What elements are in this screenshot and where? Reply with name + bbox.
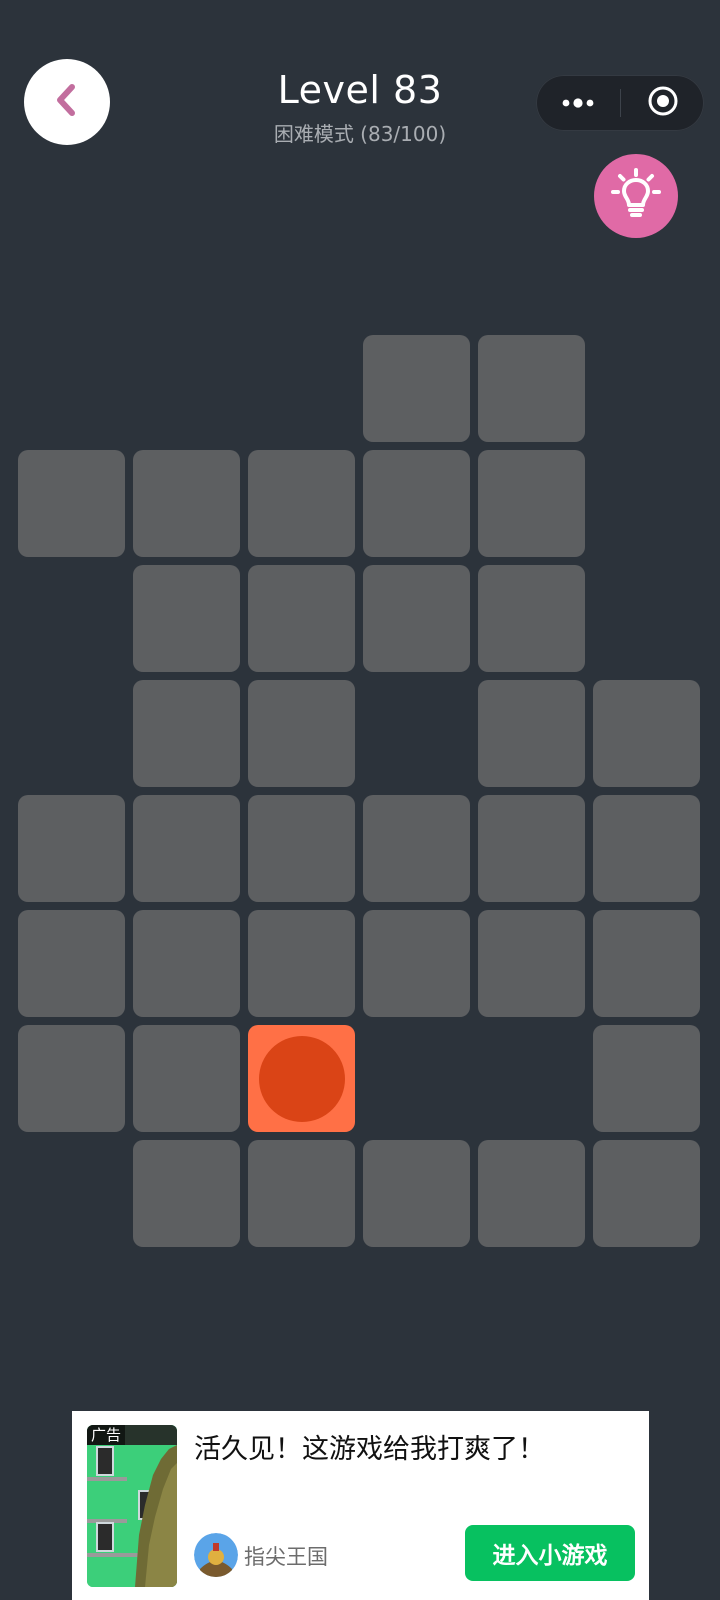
tile[interactable] [363,1140,470,1247]
ad-headline: 活久见！这游戏给我打爽了！ [194,1434,545,1465]
tile[interactable] [18,910,125,1017]
tile[interactable] [363,795,470,902]
tile[interactable] [248,1140,355,1247]
tile[interactable] [133,565,240,672]
tile[interactable] [593,910,700,1017]
tile[interactable] [478,1140,585,1247]
tile[interactable] [593,795,700,902]
close-mini-program-button[interactable] [621,75,704,131]
tile[interactable] [478,450,585,557]
tile[interactable] [478,795,585,902]
player-ball[interactable] [258,1035,345,1122]
tile[interactable] [478,335,585,442]
tile[interactable] [478,565,585,672]
tile[interactable] [18,450,125,557]
tile[interactable] [593,1140,700,1247]
tile[interactable] [593,1025,700,1132]
tile[interactable] [363,565,470,672]
tile[interactable] [133,1025,240,1132]
tile[interactable] [18,795,125,902]
tile[interactable] [478,680,585,787]
tile[interactable] [248,680,355,787]
tile[interactable] [133,795,240,902]
more-button[interactable] [536,75,620,131]
ad-app-avatar [194,1533,238,1577]
tile[interactable] [363,335,470,442]
tile[interactable] [18,1025,125,1132]
tile[interactable] [248,795,355,902]
tile[interactable] [248,910,355,1017]
lightbulb-icon [608,166,664,226]
ad-thumbnail[interactable]: 广告 [87,1425,177,1587]
tile[interactable] [363,450,470,557]
tile[interactable] [478,910,585,1017]
ad-badge: 广告 [87,1425,126,1445]
game-screen: Level 83 困难模式 (83/100) 广告 活久见！这游戏给我打爽了！ … [0,0,720,1600]
enter-mini-game-button[interactable]: 进入小游戏 [465,1525,635,1581]
tile[interactable] [593,680,700,787]
tile[interactable] [363,910,470,1017]
tile[interactable] [133,1140,240,1247]
more-dots-icon [560,94,596,113]
mini-program-capsule [536,75,704,131]
tile[interactable] [133,680,240,787]
target-close-icon [647,85,679,121]
ad-banner[interactable]: 广告 活久见！这游戏给我打爽了！ 指尖王国 进入小游戏 [72,1411,649,1600]
puzzle-board [0,0,720,1600]
tile[interactable] [248,450,355,557]
hint-button[interactable] [594,154,678,238]
tile[interactable] [248,565,355,672]
ad-app-name: 指尖王国 [244,1545,328,1569]
tile[interactable] [133,450,240,557]
tile[interactable] [133,910,240,1017]
